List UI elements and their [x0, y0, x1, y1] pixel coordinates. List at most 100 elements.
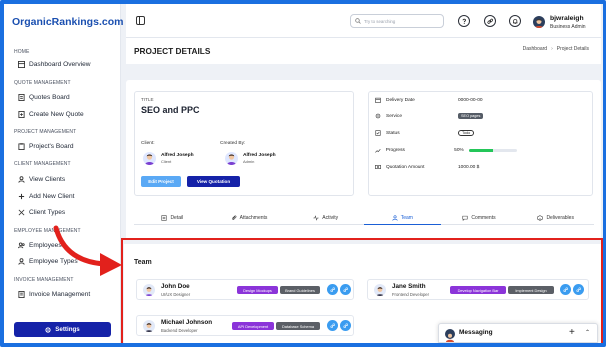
quotation-amount-row: Quotation Amount 1000.00 $ [375, 164, 515, 170]
tab-attachments[interactable]: Attachments [210, 211, 288, 225]
page-title: PROJECT DETAILS [134, 46, 211, 56]
plus-icon [18, 193, 25, 200]
link-icon [330, 287, 335, 292]
link-button[interactable] [484, 15, 496, 27]
invoice-icon [18, 291, 25, 298]
messaging-widget[interactable]: Messaging + ⌃ [438, 323, 598, 343]
tab-label: Deliverables [546, 214, 574, 221]
progress-icon [375, 148, 381, 153]
delivery-date-label: Delivery Date [386, 97, 415, 103]
member-link-button[interactable] [327, 320, 338, 331]
breadcrumb-current: Project Details [556, 46, 589, 52]
user-role: Business Admin [550, 24, 586, 30]
tab-comments[interactable]: Comments [440, 211, 518, 225]
sidebar-item-projects-board[interactable]: Project's Board [18, 143, 74, 150]
brand-logo[interactable]: OrganicRankings.com [12, 16, 123, 28]
breadcrumb: Dashboard › Project Details [523, 46, 589, 52]
user-name[interactable]: bjwraleigh [550, 15, 584, 22]
progress-bar [469, 149, 518, 152]
project-title: SEO and PPC [141, 105, 200, 115]
activity-icon [313, 214, 319, 221]
users-icon [18, 242, 25, 249]
sidebar-item-create-quote[interactable]: Create New Quote [18, 111, 84, 118]
member-role: Frontend Developer [392, 292, 430, 297]
annotation-arrow-icon [53, 225, 122, 276]
breadcrumb-dashboard[interactable]: Dashboard [523, 46, 547, 52]
tab-activity[interactable]: Activity [287, 211, 365, 225]
progress-row: Progress 50% [375, 147, 518, 154]
edit-project-button[interactable]: Edit Project [141, 176, 181, 187]
section-home: HOME [14, 49, 30, 55]
user-avatar[interactable] [533, 16, 545, 28]
tab-label: Detail [170, 214, 184, 221]
team-member-card: Jane Smith Frontend Developer Develop Na… [367, 279, 589, 300]
creator-name: Alfred Joseph [243, 153, 276, 158]
member-avatar [143, 284, 155, 296]
member-link-button[interactable] [560, 284, 571, 295]
client-label: Client: [141, 141, 155, 146]
sidebar-item-client-types[interactable]: Client Types [18, 209, 65, 216]
new-message-icon[interactable]: + [569, 327, 575, 338]
settings-button[interactable]: Settings [14, 322, 111, 337]
status-row: Status Todo [375, 130, 515, 136]
sidebar-item-label: Dashboard Overview [29, 61, 91, 68]
sidebar-item-label: Invoice Management [29, 291, 91, 298]
section-project: PROJECT MANAGEMENT [14, 129, 77, 135]
money-icon [375, 165, 381, 169]
sidebar-item-label: Add New Client [29, 193, 75, 200]
sidebar-item-label: Project's Board [29, 143, 74, 150]
notifications-button[interactable] [509, 15, 521, 27]
skill-chip: Brand Guidelines [280, 286, 320, 294]
gear-icon [45, 326, 51, 333]
progress-label: Progress [385, 148, 405, 153]
section-client: CLIENT MANAGEMENT [14, 161, 71, 167]
sidebar-item-quotes-board[interactable]: Quotes Board [18, 94, 70, 101]
top-bar: Try to searching bjwraleigh Business Adm… [126, 4, 601, 38]
sidebar-toggle-icon[interactable] [136, 16, 145, 25]
sidebar: OrganicRankings.com HOME Dashboard Overv… [4, 4, 123, 343]
member-link-button[interactable] [327, 284, 338, 295]
tab-detail[interactable]: Detail [134, 211, 211, 225]
calendar-icon [375, 97, 381, 103]
link-icon [563, 287, 568, 292]
sidebar-item-label: Create New Quote [29, 111, 84, 118]
section-quote: QUOTE MANAGEMENT [14, 80, 71, 86]
service-row: Service SEO pages [375, 113, 515, 119]
status-icon [375, 130, 381, 136]
clipboard-icon [18, 143, 25, 150]
sidebar-item-dashboard[interactable]: Dashboard Overview [18, 61, 91, 68]
tab-team[interactable]: Team [364, 211, 441, 225]
sidebar-item-invoice-management[interactable]: Invoice Management [18, 291, 90, 298]
member-name: Jane Smith [392, 283, 426, 290]
sidebar-item-view-clients[interactable]: View Clients [18, 176, 65, 183]
chevron-up-icon[interactable]: ⌃ [585, 329, 590, 336]
quotation-amount-label: Quotation Amount [386, 164, 425, 170]
settings-label: Settings [55, 326, 80, 333]
project-tabs: Detail Attachments Activity Team Comment… [134, 211, 595, 225]
paperclip-icon [231, 214, 237, 220]
member-action-button[interactable] [340, 284, 351, 295]
service-badge: SEO pages [458, 113, 484, 119]
help-button[interactable] [458, 15, 470, 27]
tab-deliverables[interactable]: Deliverables [517, 211, 595, 225]
tab-label: Attachments [239, 214, 268, 221]
sidebar-item-label: Client Types [29, 209, 66, 216]
sidebar-item-add-client[interactable]: Add New Client [18, 193, 74, 200]
tab-label: Comments [471, 214, 496, 221]
member-action-button[interactable] [573, 284, 584, 295]
link-icon [343, 323, 348, 328]
member-name: John Doe [161, 283, 190, 290]
link-icon [576, 287, 581, 292]
search-icon [355, 18, 361, 24]
view-quotation-button[interactable]: View Quotation [187, 176, 240, 187]
member-action-button[interactable] [340, 320, 351, 331]
status-label: Status [386, 130, 400, 136]
created-by-label: Created By: [220, 141, 246, 146]
link-icon [330, 323, 335, 328]
skill-chip: Implement Design [508, 286, 554, 294]
client-role: Client [161, 159, 172, 164]
help-icon [462, 18, 466, 24]
progress-value: 50% [454, 148, 464, 153]
search-input[interactable]: Try to searching [350, 14, 444, 28]
client-person: Alfred Joseph Client [143, 152, 194, 165]
